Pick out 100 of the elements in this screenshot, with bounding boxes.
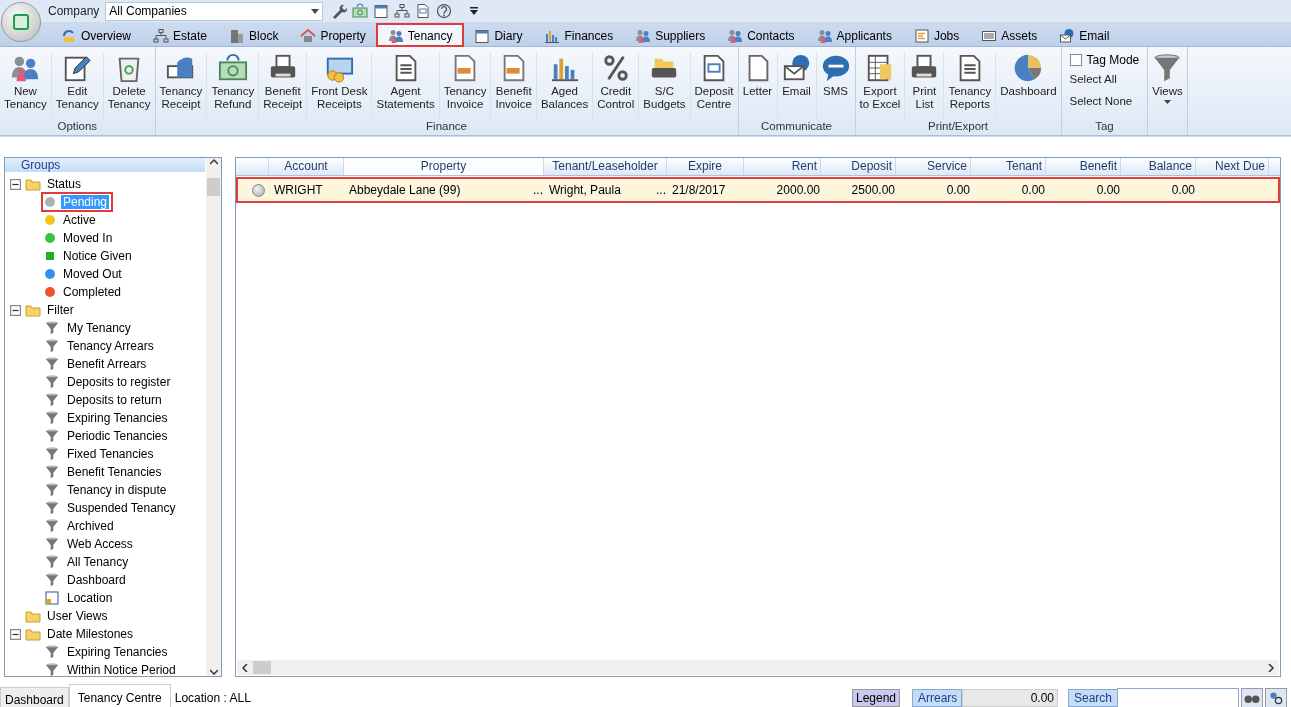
help-icon[interactable] <box>436 3 453 19</box>
tree-item[interactable]: My Tenancy <box>65 321 133 335</box>
customize-caret-icon[interactable] <box>469 7 480 15</box>
ribbon-tab[interactable]: Contacts <box>716 24 806 46</box>
ribbon-tab[interactable]: Applicants <box>805 24 903 46</box>
scroll-right-icon[interactable] <box>1267 663 1275 672</box>
tree-item[interactable]: Deposits to register <box>65 375 173 389</box>
tree-item[interactable]: Periodic Tenancies <box>65 429 170 443</box>
ribbon-button[interactable]: SMS <box>816 53 855 120</box>
ribbon-button[interactable]: New Tenancy <box>0 53 52 120</box>
ribbon-button[interactable]: Benefit Receipt <box>259 53 308 120</box>
tree-item[interactable]: Tenancy Arrears <box>65 339 156 353</box>
ribbon-button[interactable]: Front Desk Receipts <box>307 53 373 120</box>
column-header[interactable]: Balance <box>1121 158 1196 175</box>
tree-group[interactable]: User Views <box>45 609 110 623</box>
column-header[interactable]: Next Due <box>1196 158 1269 175</box>
ribbon-tab[interactable]: Property <box>289 24 377 46</box>
tree-item[interactable]: Dashboard <box>65 573 128 587</box>
ribbon-button[interactable]: Dashboard <box>996 53 1061 120</box>
app-menu-button[interactable] <box>1 2 41 42</box>
tree-item[interactable]: Benefit Tenancies <box>65 465 164 479</box>
tree-item[interactable]: All Tenancy <box>65 555 131 569</box>
ribbon-tab[interactable]: Overview <box>50 24 142 46</box>
tree-item[interactable]: Suspended Tenancy <box>65 501 178 515</box>
tree-item[interactable]: Web Access <box>65 537 135 551</box>
ribbon-button[interactable]: Letter <box>738 53 778 120</box>
bottom-tab[interactable]: Tenancy Centre <box>68 684 171 707</box>
search-field[interactable] <box>1117 687 1239 707</box>
people-search-icon[interactable] <box>1265 687 1287 707</box>
more-button[interactable]: ... <box>656 183 666 197</box>
tree-item[interactable]: Benefit Arrears <box>65 357 149 371</box>
collapse-icon[interactable] <box>10 628 21 640</box>
ribbon-link[interactable]: Select None <box>1069 93 1140 109</box>
tree-item[interactable]: Archived <box>65 519 116 533</box>
tree-item[interactable]: Tenancy in dispute <box>65 483 169 497</box>
tree-item[interactable]: Deposits to return <box>65 393 164 407</box>
tree-item[interactable]: Location <box>65 591 115 605</box>
ribbon-tab[interactable]: Finances <box>533 24 625 46</box>
scroll-down-icon[interactable] <box>209 668 218 676</box>
column-header[interactable]: Property <box>344 158 544 175</box>
scroll-up-icon[interactable] <box>209 158 218 166</box>
ribbon-button[interactable]: Export to Excel <box>855 53 906 120</box>
ribbon-tab[interactable]: Diary <box>463 24 534 46</box>
ribbon-button[interactable]: Email <box>777 53 817 120</box>
tree-group[interactable]: Filter <box>45 303 76 317</box>
tag-mode-checkbox[interactable]: Tag Mode <box>1069 53 1140 67</box>
table-row[interactable]: WRIGHT Abbeydale Lane (99) ... Wright, Paula ... 21/8/2017 2000.00 2500.00 0.00 0.00 0.00 0.00 <box>238 179 1278 201</box>
horizontal-scrollbar[interactable] <box>237 660 1279 675</box>
ribbon-tab[interactable]: Tenancy <box>376 24 464 46</box>
ribbon-tab[interactable]: Email <box>1048 24 1121 46</box>
ribbon-button[interactable]: Credit Control <box>593 53 640 120</box>
scrollbar-thumb[interactable] <box>253 661 271 674</box>
dropdown-caret-icon[interactable] <box>311 8 320 14</box>
ribbon-link[interactable]: Select All <box>1069 71 1140 87</box>
wrench-icon[interactable] <box>331 3 348 19</box>
tree-group[interactable]: Status <box>45 177 84 191</box>
vertical-scrollbar[interactable] <box>206 158 221 676</box>
more-button[interactable]: ... <box>533 183 543 197</box>
tree-item[interactable]: Expiring Tenancies <box>65 411 170 425</box>
ribbon-button[interactable]: Deposit Centre <box>690 53 738 120</box>
collapse-icon[interactable] <box>10 304 21 316</box>
column-header[interactable]: Deposit <box>821 158 896 175</box>
ribbon-button[interactable]: Agent Statements <box>372 53 440 120</box>
ribbon-button[interactable]: Tenancy Invoice <box>439 53 492 120</box>
ribbon-tab[interactable]: Suppliers <box>624 24 717 46</box>
binoculars-icon[interactable] <box>1241 687 1263 707</box>
column-header[interactable]: Benefit <box>1046 158 1121 175</box>
column-header[interactable]: Service <box>896 158 971 175</box>
tree-item[interactable]: Within Notice Period <box>65 663 178 677</box>
column-header[interactable]: Rent <box>744 158 821 175</box>
column-header[interactable]: Tenant <box>971 158 1046 175</box>
column-header[interactable]: Expire <box>667 158 744 175</box>
tree-item[interactable]: Moved In <box>61 231 115 245</box>
tree-item[interactable]: Fixed Tenancies <box>65 447 156 461</box>
ribbon-button[interactable]: Tenancy Receipt <box>155 53 208 120</box>
ribbon-button[interactable]: Aged Balances <box>536 53 594 120</box>
tree-item[interactable]: Active <box>61 213 98 227</box>
tree-item[interactable]: Moved Out <box>61 267 124 281</box>
ribbon-tab[interactable]: Block <box>218 24 290 46</box>
ribbon-button[interactable]: Benefit Invoice <box>491 53 537 120</box>
ribbon-tab[interactable]: Jobs <box>902 24 971 46</box>
ribbon-button[interactable]: Tenancy Refund <box>207 53 260 120</box>
company-dropdown[interactable]: All Companies <box>105 1 324 21</box>
ribbon-button[interactable]: Print List <box>905 53 945 120</box>
column-header[interactable]: Tenant/Leaseholder <box>544 158 667 175</box>
ribbon-button[interactable]: Tenancy Reports <box>944 53 997 120</box>
tree-item[interactable]: Completed <box>61 285 124 299</box>
ribbon-dropdown-button[interactable]: Views <box>1148 53 1187 120</box>
ribbon-button[interactable]: Edit Tenancy <box>51 53 104 120</box>
scroll-left-icon[interactable] <box>241 663 249 672</box>
tree-group[interactable]: Date Milestones <box>45 627 136 641</box>
tree-item[interactable]: Notice Given <box>61 249 134 263</box>
collapse-icon[interactable] <box>10 178 21 190</box>
ribbon-button[interactable]: Delete Tenancy <box>103 53 155 120</box>
ribbon-button[interactable]: S/C Budgets <box>639 53 691 120</box>
ribbon-tab[interactable]: Estate <box>142 24 219 46</box>
legend-button[interactable]: Legend <box>851 688 900 707</box>
ribbon-tab[interactable]: Assets <box>970 24 1049 46</box>
scrollbar-thumb[interactable] <box>207 178 220 196</box>
bottom-tab[interactable]: Dashboard <box>0 687 69 707</box>
